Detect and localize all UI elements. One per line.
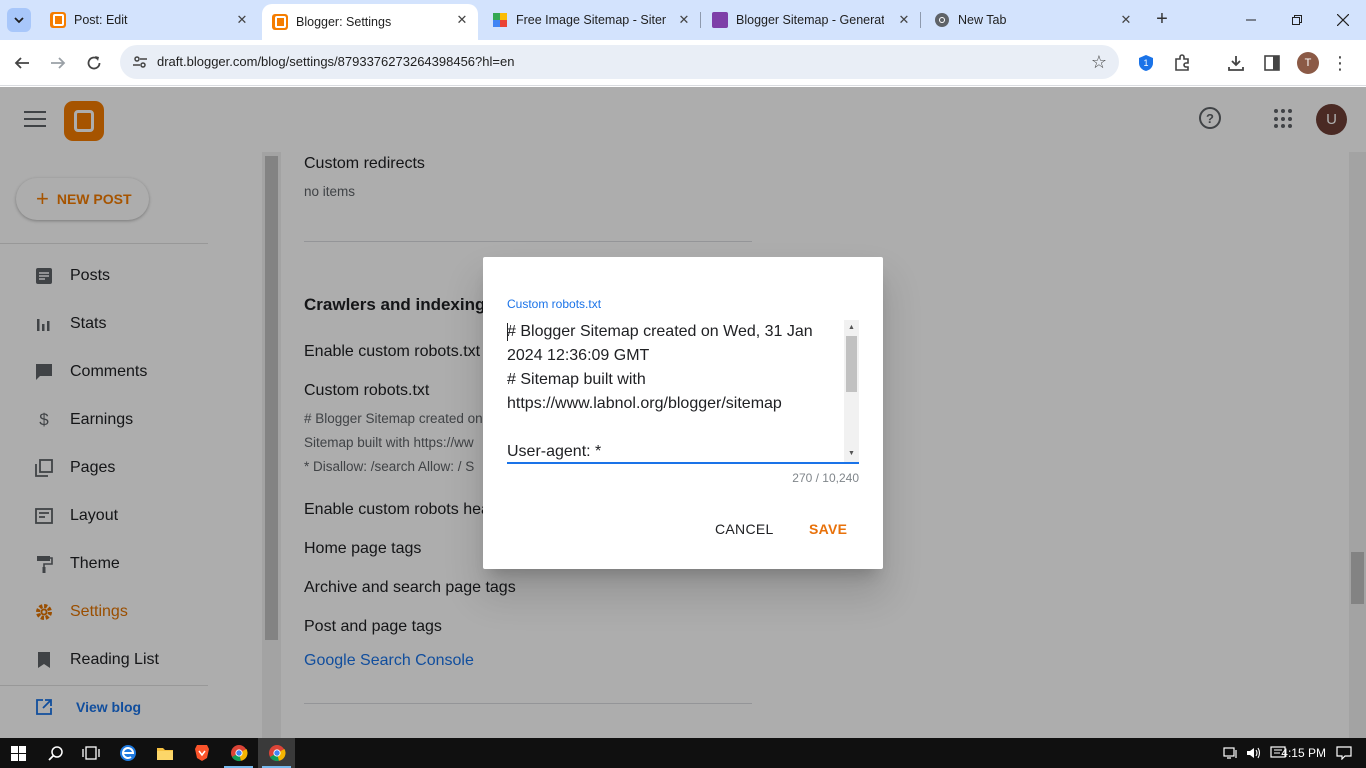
forward-button[interactable] xyxy=(43,48,73,78)
chrome-icon xyxy=(268,745,286,762)
search-icon xyxy=(47,746,63,761)
taskbar-brave[interactable] xyxy=(183,738,220,768)
robots-textarea-content[interactable]: # Blogger Sitemap created on Wed, 31 Jan… xyxy=(507,320,837,462)
more-menu-icon[interactable]: ⋮ xyxy=(1330,53,1350,73)
tab-separator xyxy=(700,12,701,28)
browser-tab-blogger-settings[interactable]: Blogger: Settings ✕ xyxy=(262,4,478,40)
minimize-icon xyxy=(1246,19,1256,21)
scrollbar-thumb[interactable] xyxy=(846,336,857,392)
save-button[interactable]: SAVE xyxy=(809,521,847,547)
start-button[interactable] xyxy=(0,738,37,768)
tab-title: Blogger: Settings xyxy=(296,15,392,29)
tab-title: Post: Edit xyxy=(74,13,128,27)
close-icon[interactable]: ✕ xyxy=(896,12,912,28)
arrow-left-icon xyxy=(14,57,29,69)
reload-icon xyxy=(87,56,101,70)
search-button[interactable] xyxy=(37,738,74,768)
taskbar-clock[interactable]: 4:15 PM xyxy=(1281,746,1326,760)
close-icon[interactable]: ✕ xyxy=(1118,12,1134,28)
chrome-icon xyxy=(934,12,950,28)
bookmark-star-icon[interactable]: ☆ xyxy=(1091,52,1107,73)
labnol-icon xyxy=(712,12,728,28)
textarea-scrollbar[interactable]: ▲ ▼ xyxy=(844,320,859,462)
restore-button[interactable] xyxy=(1274,0,1320,40)
text-caret xyxy=(507,323,508,341)
reload-button[interactable] xyxy=(79,48,109,78)
windows-icon xyxy=(11,745,26,761)
browser-profile-avatar[interactable]: T xyxy=(1297,52,1319,74)
taskbar-chrome[interactable] xyxy=(220,738,257,768)
taskbar-edge[interactable] xyxy=(109,738,146,768)
tab-search-button[interactable] xyxy=(7,8,31,32)
blogger-icon xyxy=(272,14,288,30)
tab-separator xyxy=(920,12,921,28)
browser-toolbar: draft.blogger.com/blog/settings/87933762… xyxy=(0,40,1366,86)
browser-tab-strip: Post: Edit ✕ Blogger: Settings ✕ Free Im… xyxy=(0,0,1366,40)
url-text: draft.blogger.com/blog/settings/87933762… xyxy=(157,54,515,69)
arrow-right-icon xyxy=(51,57,66,69)
robots-field-label: Custom robots.txt xyxy=(507,297,602,311)
network-icon[interactable] xyxy=(1223,746,1239,763)
tab-title: New Tab xyxy=(958,13,1007,27)
windows-taskbar: 4:15 PM xyxy=(0,738,1366,768)
svg-text:1: 1 xyxy=(1143,58,1148,68)
custom-robots-dialog: Custom robots.txt # Blogger Sitemap crea… xyxy=(483,257,883,569)
blogger-icon xyxy=(50,12,66,28)
browser-tab-new-tab[interactable]: New Tab ✕ xyxy=(924,0,1142,40)
extensions-icon[interactable] xyxy=(1172,53,1192,73)
action-center-icon[interactable] xyxy=(1336,746,1352,763)
close-icon[interactable]: ✕ xyxy=(676,12,692,28)
scroll-up-arrow-icon[interactable]: ▲ xyxy=(844,322,859,334)
character-count: 270 / 10,240 xyxy=(792,471,859,485)
close-icon xyxy=(1337,14,1349,26)
close-icon[interactable]: ✕ xyxy=(454,12,470,28)
password-manager-icon[interactable]: 1 xyxy=(1136,53,1156,73)
restore-icon xyxy=(1292,15,1302,25)
task-view-button[interactable] xyxy=(72,738,109,768)
cancel-button[interactable]: CANCEL xyxy=(715,521,774,547)
back-button[interactable] xyxy=(7,48,37,78)
brave-icon xyxy=(194,745,209,761)
robots-textarea[interactable]: # Blogger Sitemap created on Wed, 31 Jan… xyxy=(507,320,859,464)
browser-tab-free-image-sitemap[interactable]: Free Image Sitemap - Sitemap ✕ xyxy=(482,0,701,40)
browser-tab-blogger-sitemap[interactable]: Blogger Sitemap - Generate ✕ xyxy=(702,0,921,40)
minimize-button[interactable] xyxy=(1228,0,1274,40)
chrome-icon xyxy=(230,745,248,762)
side-panel-icon[interactable] xyxy=(1262,53,1282,73)
chevron-down-icon xyxy=(14,17,24,24)
tab-title: Blogger Sitemap - Generate xyxy=(736,13,884,27)
close-window-button[interactable] xyxy=(1320,0,1366,40)
close-icon[interactable]: ✕ xyxy=(234,12,250,28)
folder-icon xyxy=(156,748,173,760)
address-bar[interactable]: draft.blogger.com/blog/settings/87933762… xyxy=(120,45,1119,79)
taskbar-chrome-active[interactable] xyxy=(258,738,295,768)
puzzle-icon xyxy=(492,12,508,28)
tab-title: Free Image Sitemap - Sitemap xyxy=(516,13,666,27)
download-icon[interactable] xyxy=(1226,53,1246,73)
task-view-icon xyxy=(81,746,100,760)
taskbar-file-explorer[interactable] xyxy=(146,738,183,768)
new-tab-button[interactable]: + xyxy=(1152,9,1172,30)
modal-backdrop-header xyxy=(0,87,1366,152)
site-info-icon[interactable] xyxy=(132,54,148,70)
scroll-down-arrow-icon[interactable]: ▼ xyxy=(844,448,859,460)
volume-icon[interactable] xyxy=(1246,746,1262,763)
browser-tab-post-edit[interactable]: Post: Edit ✕ xyxy=(40,0,258,40)
edge-icon xyxy=(119,745,136,761)
